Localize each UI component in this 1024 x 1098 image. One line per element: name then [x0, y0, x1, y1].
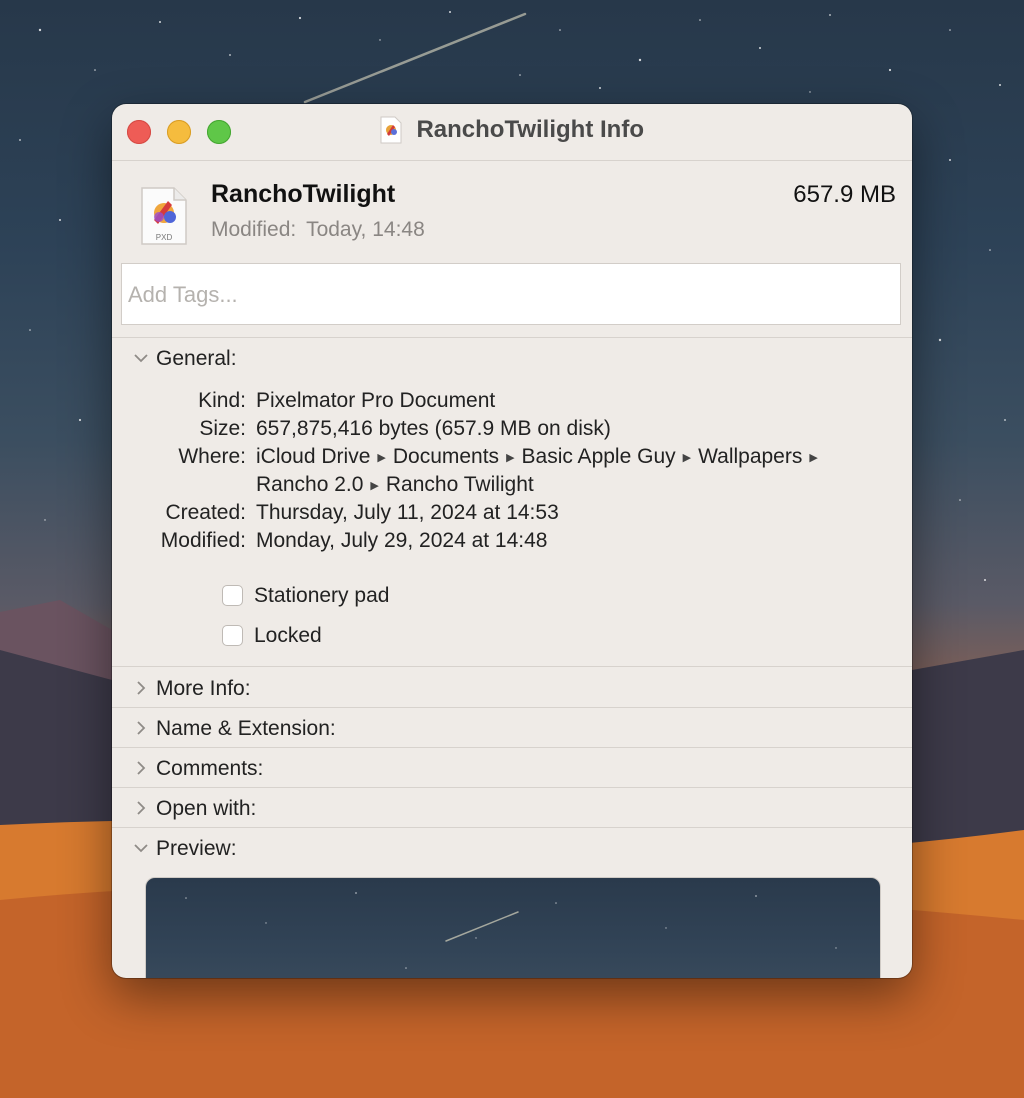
divider	[112, 666, 912, 667]
path-separator-icon: ▶	[682, 451, 692, 464]
section-more-info-header[interactable]: More Info:	[112, 668, 912, 708]
section-name-extension-label: Name & Extension:	[156, 717, 336, 740]
size-label: Size:	[199, 417, 246, 440]
path-item: Rancho 2.0	[256, 473, 364, 496]
path-item: Documents	[392, 445, 500, 468]
kind-value: Pixelmator Pro Document	[256, 389, 496, 412]
where-label: Where:	[178, 445, 246, 468]
preview-image	[145, 877, 881, 978]
file-modified-value: Today, 14:48	[306, 218, 425, 241]
locked-checkbox[interactable]	[222, 625, 243, 646]
path-separator-icon: ▶	[809, 451, 818, 464]
path-item: Basic Apple Guy	[521, 445, 676, 468]
chevron-right-icon[interactable]	[132, 799, 150, 817]
title-bar[interactable]: RanchoTwilight Info	[112, 104, 912, 161]
kind-label: Kind:	[198, 389, 246, 412]
section-general-label: General:	[156, 347, 237, 370]
section-general-header[interactable]: General:	[112, 338, 912, 378]
file-size: 657.9 MB	[793, 181, 896, 208]
path-item: Rancho Twilight	[385, 473, 534, 496]
path-separator-icon: ▶	[370, 479, 379, 492]
pixelmator-document-icon	[380, 116, 402, 144]
stationery-pad-checkbox[interactable]	[222, 585, 243, 606]
created-value: Thursday, July 11, 2024 at 14:53	[256, 501, 559, 524]
path-item: iCloud Drive	[256, 445, 371, 468]
chevron-right-icon[interactable]	[132, 719, 150, 737]
section-open-with-header[interactable]: Open with:	[112, 788, 912, 828]
preview-wallpaper	[185, 892, 837, 969]
section-comments-header[interactable]: Comments:	[112, 748, 912, 788]
size-value: 657,875,416 bytes (657.9 MB on disk)	[256, 417, 611, 440]
path-separator-icon: ▶	[506, 451, 515, 464]
locked-label[interactable]: Locked	[254, 624, 322, 648]
path-separator-icon: ▶	[377, 451, 386, 464]
path-item: Wallpapers	[698, 445, 803, 468]
created-label: Created:	[165, 501, 246, 524]
where-path-line-1: iCloud Drive ▶ Documents ▶ Basic Apple Guy ▶ W…	[256, 445, 825, 469]
section-preview-label: Preview:	[156, 837, 237, 860]
section-more-info-label: More Info:	[156, 677, 251, 700]
section-preview-header[interactable]: Preview:	[112, 828, 912, 868]
section-open-with-label: Open with:	[156, 797, 257, 820]
file-ext-label: PXD	[156, 233, 173, 242]
chevron-down-icon[interactable]	[132, 839, 150, 857]
file-modified-label: Modified:	[211, 218, 297, 241]
info-window: RanchoTwilight Info PXD RanchoTwilight 6…	[112, 104, 912, 978]
stationery-pad-label[interactable]: Stationery pad	[254, 584, 389, 608]
tags-input[interactable]	[121, 263, 901, 325]
modified-value: Monday, July 29, 2024 at 14:48	[256, 529, 548, 552]
section-comments-label: Comments:	[156, 757, 264, 780]
window-title: RanchoTwilight Info	[416, 116, 644, 143]
chevron-down-icon[interactable]	[132, 349, 150, 367]
section-name-extension-header[interactable]: Name & Extension:	[112, 708, 912, 748]
modified-label: Modified:	[160, 529, 246, 552]
window-title-wrap: RanchoTwilight Info	[112, 116, 912, 144]
chevron-right-icon[interactable]	[132, 759, 150, 777]
pixelmator-document-icon: PXD	[141, 187, 187, 245]
chevron-right-icon[interactable]	[132, 679, 150, 697]
where-path-line-2: Rancho 2.0 ▶ Rancho Twilight	[256, 473, 534, 497]
file-name: RanchoTwilight	[211, 180, 396, 208]
file-modified: Modified: Today, 14:48	[211, 218, 425, 242]
